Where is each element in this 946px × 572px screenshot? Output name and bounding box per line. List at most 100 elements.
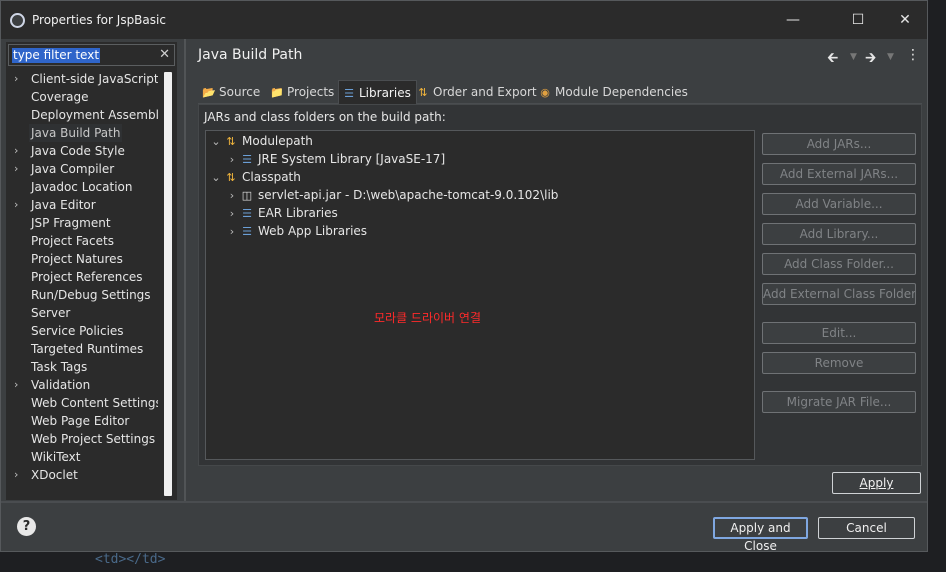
back-arrow-icon[interactable]: 🡰 (827, 47, 838, 71)
migrate-jar-button[interactable]: Migrate JAR File... (762, 391, 916, 413)
chevron-down-icon[interactable]: ⌄ (209, 133, 223, 151)
chevron-right-icon[interactable]: › (14, 142, 18, 160)
tab-label: Order and Export (433, 85, 537, 99)
chevron-right-icon[interactable]: › (225, 223, 239, 241)
add-variable-button[interactable]: Add Variable... (762, 193, 916, 215)
chevron-down-icon[interactable]: ⌄ (209, 169, 223, 187)
sidebar-item[interactable]: › XDoclet (8, 466, 158, 484)
add-library-button[interactable]: Add Library... (762, 223, 916, 245)
scrollbar-thumb[interactable] (164, 72, 172, 496)
close-icon[interactable]: ✕ (894, 9, 916, 31)
add-external-class-folder-button[interactable]: Add External Class Folder... (762, 283, 916, 305)
sidebar-item-label: WikiText (31, 450, 81, 464)
classpath-icon: ⇅ (226, 171, 236, 184)
sidebar-item[interactable]: Targeted Runtimes (8, 340, 158, 358)
panel-label: JARs and class folders on the build path… (204, 110, 446, 124)
sidebar-item[interactable]: › Client-side JavaScript (8, 70, 158, 88)
page-title: Java Build Path (198, 47, 303, 63)
sidebar-item[interactable]: › Validation (8, 376, 158, 394)
sidebar-item[interactable]: Project Natures (8, 250, 158, 268)
cancel-button[interactable]: Cancel (818, 517, 915, 539)
sidebar-item-label: Server (31, 306, 71, 320)
tree-node-ear-libraries[interactable]: › ☰ EAR Libraries (225, 204, 338, 222)
filter-field[interactable]: type filter text ✕ (8, 44, 175, 66)
sidebar-item[interactable]: Run/Debug Settings (8, 286, 158, 304)
chevron-right-icon[interactable]: › (14, 466, 18, 484)
chevron-right-icon[interactable]: › (225, 187, 239, 205)
sidebar-item[interactable]: Server (8, 304, 158, 322)
chevron-right-icon[interactable]: › (225, 151, 239, 169)
sidebar-item[interactable]: › Java Compiler (8, 160, 158, 178)
sidebar-item[interactable]: › Java Editor (8, 196, 158, 214)
build-path-tree[interactable]: ⌄ ⇅ Modulepath › ☰ JRE System Library [JavaS… (205, 130, 755, 460)
sidebar-item[interactable]: Java Build Path (8, 124, 158, 142)
pane-splitter[interactable] (184, 39, 186, 501)
chevron-right-icon[interactable]: › (14, 70, 18, 88)
tab-projects[interactable]: 📁 Projects (270, 80, 334, 104)
tab-label: Module Dependencies (555, 85, 688, 99)
forward-dropdown-icon[interactable]: ▼ (887, 52, 894, 62)
sidebar-item[interactable]: Javadoc Location (8, 178, 158, 196)
maximize-icon[interactable]: ☐ (847, 9, 869, 31)
sidebar-item[interactable]: Task Tags (8, 358, 158, 376)
sidebar-item[interactable]: WikiText (8, 448, 158, 466)
sidebar-item[interactable]: Service Policies (8, 322, 158, 340)
remove-button[interactable]: Remove (762, 352, 916, 374)
source-folder-icon: 📂 (202, 86, 216, 99)
filter-input-text[interactable]: type filter text (12, 48, 101, 63)
footer-separator (1, 501, 927, 503)
library-icon: ☰ (242, 153, 252, 166)
chevron-right-icon[interactable]: › (14, 376, 18, 394)
sidebar-item-label: Javadoc Location (31, 180, 133, 194)
node-label: Classpath (242, 170, 301, 184)
tab-libraries[interactable]: ☰ Libraries (338, 80, 417, 104)
chevron-right-icon[interactable]: › (225, 205, 239, 223)
sidebar-item-label: Project Facets (31, 234, 114, 248)
add-jars-button[interactable]: Add JARs... (762, 133, 916, 155)
chevron-right-icon[interactable]: › (14, 160, 18, 178)
tree-node-classpath[interactable]: ⌄ ⇅ Classpath (209, 168, 301, 187)
tree-node-web-app-libraries[interactable]: › ☰ Web App Libraries (225, 222, 367, 240)
node-label: servlet-api.jar - D:\web\apache-tomcat-9… (258, 188, 559, 202)
minimize-icon[interactable]: — (782, 9, 804, 31)
edit-button[interactable]: Edit... (762, 322, 916, 344)
add-class-folder-button[interactable]: Add Class Folder... (762, 253, 916, 275)
sidebar-item[interactable]: Web Project Settings (8, 430, 158, 448)
tree-node-servlet-jar[interactable]: › ◫ servlet-api.jar - D:\web\apache-tomcat… (225, 186, 559, 205)
sidebar-item[interactable]: Project References (8, 268, 158, 286)
sidebar-scrollbar[interactable] (163, 70, 173, 500)
tree-node-modulepath[interactable]: ⌄ ⇅ Modulepath (209, 132, 313, 150)
sidebar-item-label: Targeted Runtimes (31, 342, 144, 356)
preferences-tree: › Client-side JavaScript Coverage Deploymen… (8, 70, 158, 500)
sidebar-item[interactable]: JSP Fragment (8, 214, 158, 232)
help-icon[interactable]: ? (17, 517, 36, 536)
sidebar-item[interactable]: Web Page Editor (8, 412, 158, 430)
sidebar-item[interactable]: Deployment Assembly (8, 106, 158, 124)
libraries-icon: ☰ (344, 87, 354, 100)
tree-node-jre-library[interactable]: › ☰ JRE System Library [JavaSE-17] (225, 150, 445, 168)
chevron-right-icon[interactable]: › (14, 196, 18, 214)
add-external-jars-button[interactable]: Add External JARs... (762, 163, 916, 185)
tab-order-export[interactable]: ⇅ Order and Export (416, 80, 537, 104)
sidebar-item-label: JSP Fragment (31, 216, 111, 230)
build-path-tabs: 📂 Source 📁 Projects ☰ Libraries ⇅ Order and … (198, 80, 922, 104)
window-title: Properties for JspBasic (32, 13, 166, 27)
more-menu-icon[interactable]: ⋮ (906, 47, 920, 63)
apply-and-close-button[interactable]: Apply and Close (713, 517, 808, 553)
apply-button[interactable]: Apply (832, 472, 921, 494)
sidebar-item[interactable]: › Java Code Style (8, 142, 158, 160)
background-code-text: <td></td> (95, 552, 166, 567)
sidebar-item[interactable]: Web Content Settings (8, 394, 158, 412)
sidebar-item[interactable]: Project Facets (8, 232, 158, 250)
sidebar-item-label: Project Natures (31, 252, 123, 266)
back-dropdown-icon[interactable]: ▼ (850, 52, 857, 62)
sidebar-item[interactable]: Coverage (8, 88, 158, 106)
tab-module-dependencies[interactable]: ◉ Module Dependencies (538, 80, 688, 104)
forward-arrow-icon[interactable]: 🡲 (865, 47, 876, 71)
sidebar-item-label: Deployment Assembly (31, 108, 158, 122)
clear-icon[interactable]: ✕ (159, 47, 170, 62)
sidebar-item-label: Project References (31, 270, 143, 284)
tab-source[interactable]: 📂 Source (202, 80, 260, 104)
tab-label: Libraries (359, 86, 411, 100)
node-label: JRE System Library [JavaSE-17] (258, 152, 446, 166)
